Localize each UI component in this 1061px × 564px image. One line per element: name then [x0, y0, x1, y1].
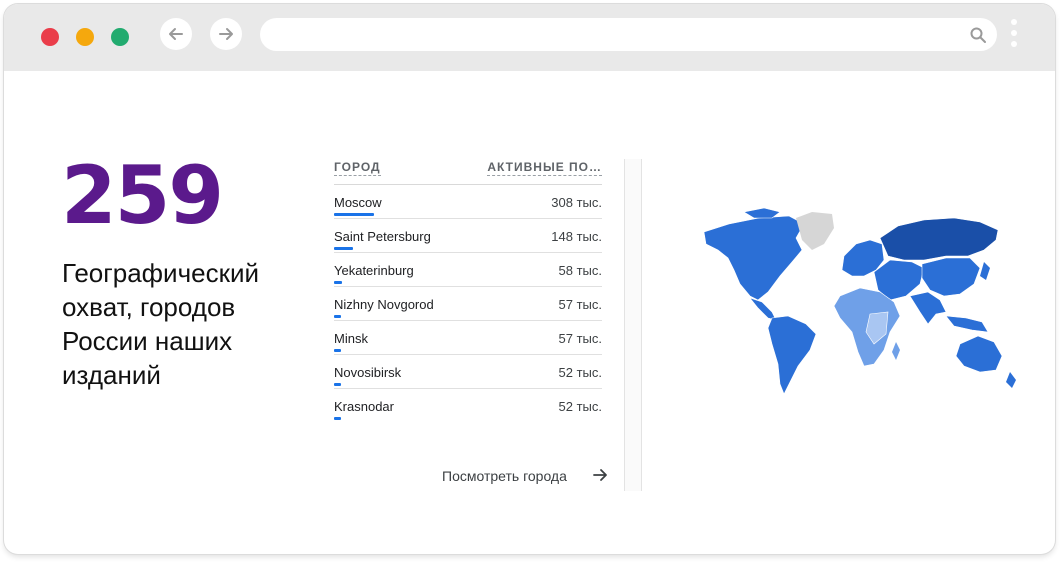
share-bar	[334, 213, 374, 216]
map-region-north-america	[703, 215, 805, 301]
share-bar	[334, 281, 342, 284]
maximize-window-dot[interactable]	[111, 28, 129, 46]
map-region-japan	[980, 262, 990, 280]
city-name: Nizhny Novgorod	[334, 297, 434, 312]
minimize-window-dot[interactable]	[76, 28, 94, 46]
map-region-east-asia	[921, 257, 981, 297]
table-row[interactable]: Yekaterinburg 58 тыс.	[334, 253, 602, 287]
map-region-australia	[955, 335, 1003, 373]
city-name: Minsk	[334, 331, 368, 346]
table-row[interactable]: Nizhny Novgorod 57 тыс.	[334, 287, 602, 321]
map-region-indonesia	[945, 315, 989, 333]
active-users-value: 52 тыс.	[558, 365, 602, 380]
cities-count: 259	[61, 149, 224, 242]
map-region-canada-islands	[743, 207, 781, 219]
table-row[interactable]: Novosibirsk 52 тыс.	[334, 355, 602, 389]
active-users-value: 148 тыс.	[551, 229, 602, 244]
city-name: Krasnodar	[334, 399, 394, 414]
cities-table: ГОРОД АКТИВНЫЕ ПО… Moscow 308 тыс. Saint P…	[334, 154, 602, 422]
map-region-russia	[879, 217, 999, 261]
view-cities-link[interactable]: Посмотреть города	[442, 468, 567, 484]
table-row[interactable]: Moscow 308 тыс.	[334, 185, 602, 219]
world-map	[703, 207, 1016, 395]
active-users-value: 57 тыс.	[558, 331, 602, 346]
map-region-madagascar	[892, 342, 900, 360]
map-region-greenland	[796, 212, 834, 250]
active-users-value: 308 тыс.	[551, 195, 602, 210]
browser-menu-icon[interactable]	[1007, 16, 1021, 56]
map-region-new-zealand	[1006, 372, 1016, 388]
cities-caption: Географический охват, городов России наш…	[62, 258, 260, 390]
arrow-right-icon	[219, 28, 233, 40]
share-bar	[334, 383, 341, 386]
active-users-value: 57 тыс.	[558, 297, 602, 312]
back-button[interactable]	[160, 18, 192, 50]
share-bar	[334, 417, 341, 420]
table-row[interactable]: Minsk 57 тыс.	[334, 321, 602, 355]
active-users-value: 58 тыс.	[558, 263, 602, 278]
city-name: Moscow	[334, 195, 382, 210]
browser-toolbar	[4, 4, 1055, 71]
share-bar	[334, 247, 353, 250]
table-body: Moscow 308 тыс. Saint Petersburg 148 тыс. Ye…	[334, 185, 602, 422]
city-name: Saint Petersburg	[334, 229, 431, 244]
browser-window: 259 Географический охват, городов России…	[4, 4, 1055, 554]
active-users-value: 52 тыс.	[558, 399, 602, 414]
map-region-central-america	[749, 297, 777, 321]
table-row[interactable]: Saint Petersburg 148 тыс.	[334, 219, 602, 253]
close-window-dot[interactable]	[41, 28, 59, 46]
panel-divider	[624, 159, 642, 491]
city-name: Yekaterinburg	[334, 263, 414, 278]
table-row[interactable]: Krasnodar 52 тыс.	[334, 389, 602, 422]
share-bar	[334, 315, 341, 318]
share-bar	[334, 349, 341, 352]
search-icon[interactable]	[969, 26, 987, 44]
column-header-city[interactable]: ГОРОД	[334, 160, 381, 176]
map-region-south-america	[767, 315, 817, 395]
forward-button[interactable]	[210, 18, 242, 50]
map-region-south-asia	[909, 291, 947, 325]
arrow-right-icon[interactable]	[591, 466, 609, 484]
city-name: Novosibirsk	[334, 365, 402, 380]
table-header: ГОРОД АКТИВНЫЕ ПО…	[334, 154, 602, 185]
column-header-active-users[interactable]: АКТИВНЫЕ ПО…	[487, 160, 602, 176]
arrow-left-icon	[169, 28, 183, 40]
address-bar[interactable]	[260, 18, 997, 51]
